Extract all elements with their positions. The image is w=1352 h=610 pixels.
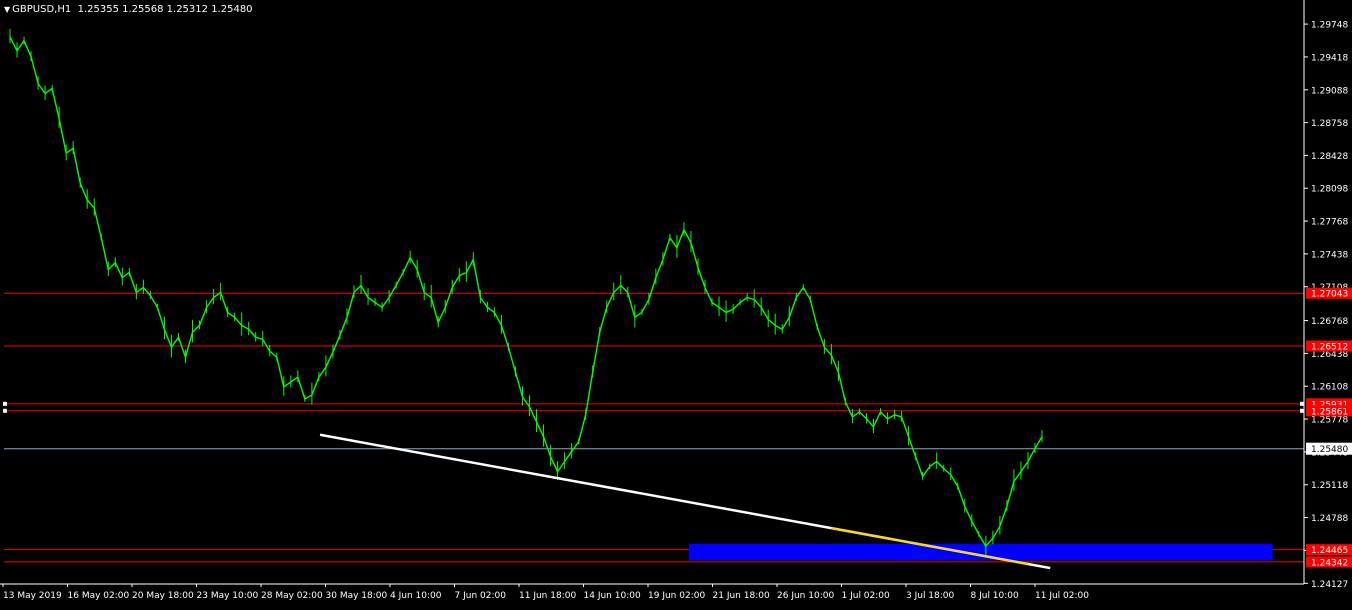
x-tick-label: 28 May 02:00 (261, 591, 323, 601)
current-price-label: 1.25480 (1311, 445, 1348, 455)
chart-window[interactable]: 1.29748 1.29418 1.29088 1.28758 1.28428 1.280… (0, 0, 1352, 606)
x-tick-label: 1 Jul 02:00 (842, 591, 891, 601)
level-price-label: 1.24342 (1311, 558, 1348, 568)
level-price-label: 1.25861 (1311, 407, 1348, 417)
level-handle[interactable] (1300, 401, 1304, 406)
ohlc-values: 1.25355 1.25568 1.25312 1.25480 (77, 4, 253, 15)
x-tick-label: 23 May 10:00 (197, 591, 259, 601)
y-tick-label: 1.26768 (1311, 317, 1348, 327)
x-tick-label: 21 Jun 18:00 (713, 591, 770, 601)
y-tick-label: 1.27438 (1311, 250, 1348, 260)
y-tick-label: 1.28098 (1311, 185, 1348, 195)
level-handle[interactable] (1300, 408, 1304, 413)
y-tick-label: 1.29418 (1311, 53, 1348, 63)
x-tick-label: 3 Jul 18:00 (906, 591, 955, 601)
y-tick-label: 1.29748 (1311, 21, 1348, 31)
x-tick-label: 19 Jun 02:00 (648, 591, 705, 601)
x-tick-label: 16 May 02:00 (68, 591, 130, 601)
x-tick-label: 14 Jun 10:00 (584, 591, 641, 601)
x-tick-label: 11 Jul 02:00 (1035, 591, 1089, 601)
x-tick-label: 4 Jun 10:00 (390, 591, 442, 601)
y-tick-label: 1.26108 (1311, 383, 1348, 393)
triangle-down-icon[interactable]: ▼ (4, 5, 10, 14)
x-tick-label: 30 May 18:00 (326, 591, 388, 601)
level-handle[interactable] (3, 408, 7, 413)
level-price-label: 1.27043 (1311, 290, 1348, 300)
x-tick-label: 13 May 2019 (3, 591, 62, 601)
x-tick-label: 11 Jun 18:00 (519, 591, 576, 601)
y-tick-label: 1.27768 (1311, 218, 1348, 228)
y-tick-label: 1.24788 (1311, 514, 1348, 524)
level-handle[interactable] (3, 401, 7, 406)
level-price-label: 1.26512 (1311, 343, 1348, 353)
x-tick-label: 26 Jun 10:00 (777, 591, 834, 601)
symbol-label: GBPUSD,H1 (12, 4, 72, 15)
x-tick-label: 8 Jul 10:00 (971, 591, 1020, 601)
symbol-header: ▼ GBPUSD,H1 1.25355 1.25568 1.25312 1.254… (4, 4, 253, 15)
y-tick-label: 1.28758 (1311, 119, 1348, 129)
y-tick-label: 1.24127 (1311, 580, 1348, 590)
price-chart[interactable]: 1.29748 1.29418 1.29088 1.28758 1.28428 1.280… (0, 0, 1352, 606)
y-tick-label: 1.25118 (1311, 481, 1348, 491)
x-tick-label: 7 Jun 02:00 (455, 591, 507, 601)
y-tick-label: 1.28428 (1311, 152, 1348, 162)
demand-zone-rectangle[interactable] (688, 543, 1273, 561)
level-price-label: 1.24465 (1311, 546, 1348, 556)
y-tick-label: 1.29088 (1311, 86, 1348, 96)
x-tick-label: 20 May 18:00 (132, 591, 194, 601)
